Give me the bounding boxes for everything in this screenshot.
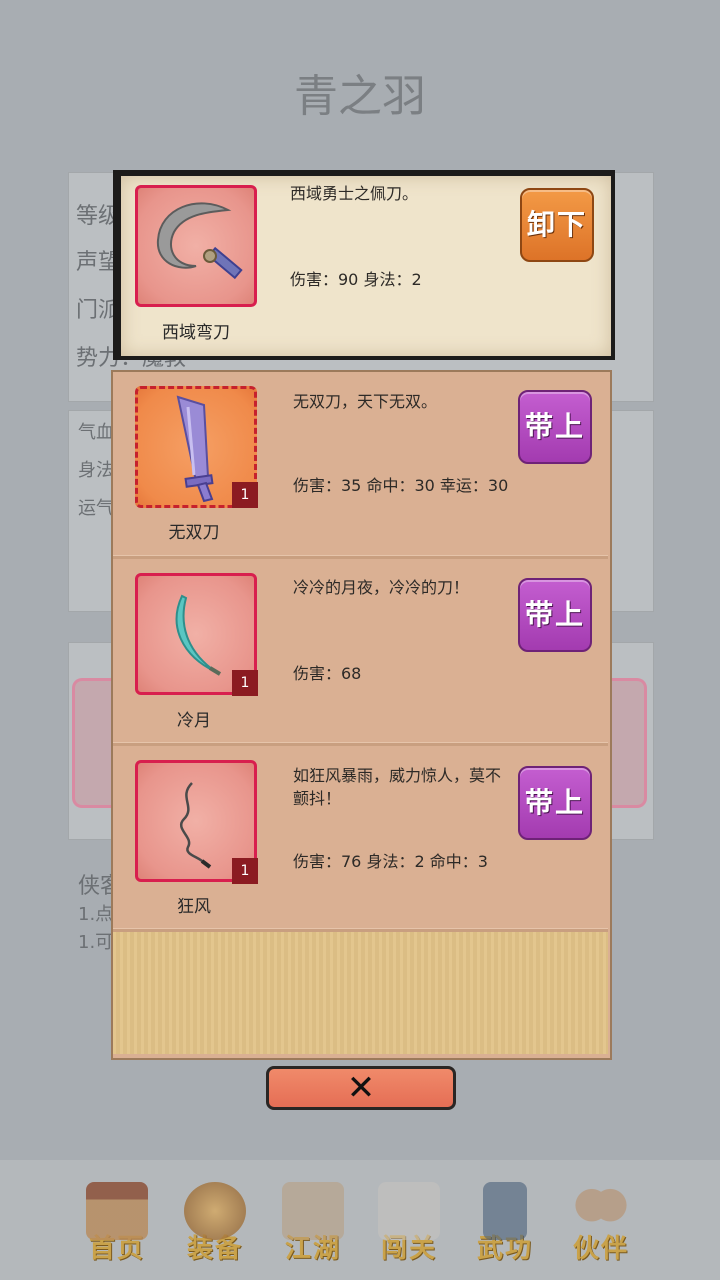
- row-divider: [113, 928, 608, 932]
- page-title: 青之羽: [294, 71, 426, 122]
- close-button[interactable]: ✕: [266, 1066, 456, 1110]
- item-stats: 伤害：76 身法：2 命中：3: [293, 852, 488, 871]
- attr-line: 气血: [78, 422, 114, 443]
- nav-item-world[interactable]: 江湖: [268, 1166, 358, 1276]
- equipped-item-description: 西域勇士之佩刀。: [290, 184, 419, 203]
- nav-item-skills[interactable]: 武功: [460, 1166, 550, 1276]
- unequip-button[interactable]: 卸下: [520, 188, 594, 262]
- item-description: 无双刀，天下无双。: [293, 392, 438, 411]
- row-divider: [113, 742, 608, 746]
- item-count-badge: 1: [232, 858, 258, 884]
- scroll-map-icon: [282, 1182, 344, 1240]
- equipped-item-stats: 伤害：90 身法：2: [290, 270, 422, 289]
- slot-right: [606, 678, 647, 808]
- equip-button[interactable]: 带上: [518, 766, 592, 840]
- armor-icon: [184, 1182, 246, 1240]
- item-stats: 伤害：35 命中：30 幸运：30: [293, 476, 509, 495]
- item-count-badge: 1: [232, 482, 258, 508]
- list-parchment-bottom: [113, 932, 608, 1054]
- house-icon: [86, 1182, 148, 1240]
- item-stats: 伤害：68: [293, 664, 362, 683]
- nav-item-equipment[interactable]: 装备: [170, 1166, 260, 1276]
- item-description: 如狂风暴雨，威力惊人，莫不颤抖！: [293, 766, 502, 808]
- book-icon: [483, 1182, 527, 1240]
- equipped-icon-slot[interactable]: [135, 185, 257, 307]
- row-divider: [113, 555, 608, 559]
- equip-button[interactable]: 带上: [518, 578, 592, 652]
- item-count-badge: 1: [232, 670, 258, 696]
- item-name: 狂风: [177, 897, 211, 917]
- attr-line: 身法: [78, 460, 114, 481]
- item-description: 冷冷的月夜，冷冷的刀！: [293, 578, 470, 597]
- companions-icon: [570, 1182, 632, 1240]
- crossed-swords-icon: [378, 1182, 440, 1240]
- tips-line: 1.点: [78, 904, 114, 925]
- equip-button[interactable]: 带上: [518, 390, 592, 464]
- equipped-item-name: 西域弯刀: [162, 323, 230, 343]
- tips-line: 1.可: [78, 932, 114, 953]
- item-name: 冷月: [177, 711, 211, 731]
- close-icon: ✕: [346, 1068, 376, 1108]
- attr-line: 运气: [78, 498, 114, 519]
- scimitar-icon: [156, 202, 243, 280]
- item-name: 无双刀: [168, 523, 220, 543]
- nav-item-challenge[interactable]: 闯关: [364, 1166, 454, 1276]
- nav-item-companions[interactable]: 伙伴: [556, 1166, 646, 1276]
- nav-item-home[interactable]: 首页: [72, 1166, 162, 1276]
